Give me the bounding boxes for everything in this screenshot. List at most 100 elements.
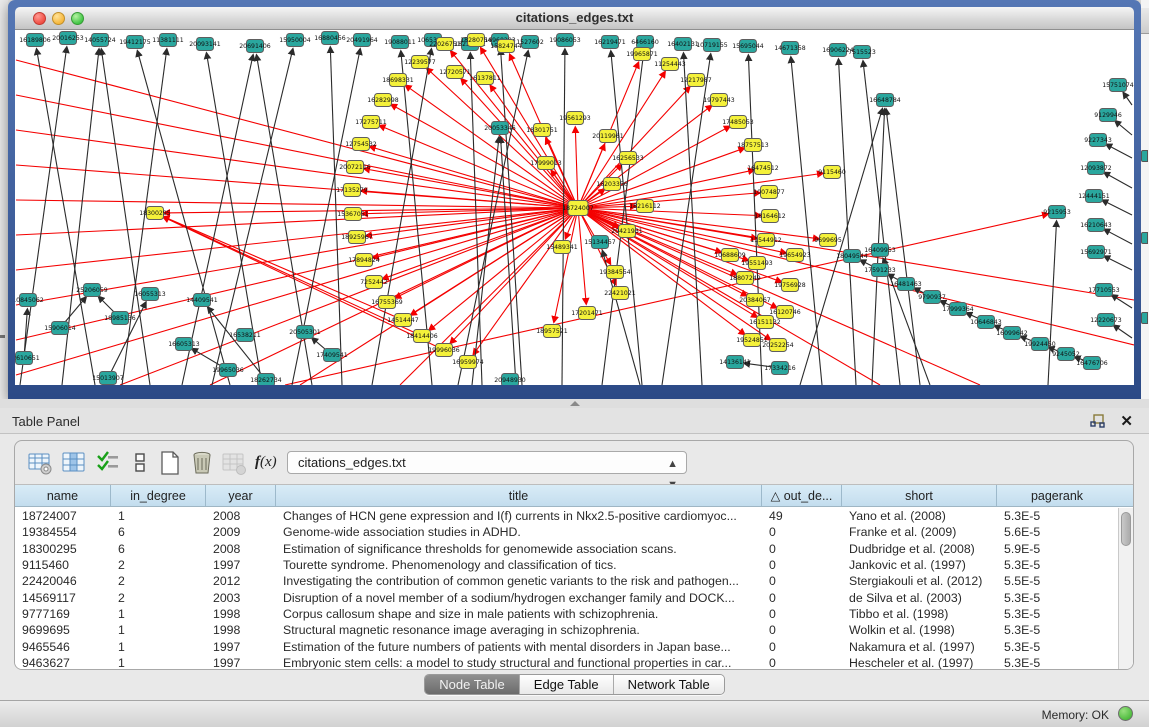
graph-node[interactable]: 19797443 bbox=[703, 94, 735, 107]
column-header-year[interactable]: year bbox=[206, 485, 276, 506]
table-row[interactable]: 1938455462009Genome-wide association stu… bbox=[15, 524, 1118, 540]
graph-node[interactable]: 20016253 bbox=[52, 32, 84, 45]
table-cell[interactable]: Hescheler et al. (1997) bbox=[842, 656, 997, 669]
graph-node[interactable]: 11544912 bbox=[750, 234, 782, 247]
memory-status-indicator[interactable] bbox=[1118, 706, 1133, 721]
graph-node[interactable]: 6466160 bbox=[631, 36, 659, 49]
graph-node[interactable]: 20384067 bbox=[739, 294, 771, 307]
tab-network-table[interactable]: Network Table bbox=[614, 675, 724, 694]
graph-node[interactable]: 15489341 bbox=[546, 241, 578, 254]
graph-node[interactable]: 15134457 bbox=[584, 236, 616, 249]
table-cell[interactable]: 0 bbox=[762, 525, 842, 539]
graph-node[interactable]: 15751074 bbox=[1102, 79, 1134, 92]
graph-node[interactable]: 18698331 bbox=[382, 74, 414, 87]
graph-node[interactable]: 9129946 bbox=[1094, 109, 1122, 122]
table-cell[interactable]: Estimation of the future numbers of pati… bbox=[276, 640, 762, 654]
table-cell[interactable]: 9699695 bbox=[15, 623, 111, 637]
graph-node[interactable]: 19384554 bbox=[599, 266, 631, 279]
column-header-in_degree[interactable]: in_degree bbox=[111, 485, 206, 506]
table-cell[interactable]: 2009 bbox=[206, 525, 276, 539]
graph-node[interactable]: 16256533 bbox=[612, 152, 644, 165]
graph-node[interactable]: 19086053 bbox=[549, 34, 581, 47]
table-cell[interactable]: 2 bbox=[111, 558, 206, 572]
table-cell[interactable]: de Silva et al. (2003) bbox=[842, 591, 997, 605]
table-cell[interactable]: 1997 bbox=[206, 640, 276, 654]
graph-node[interactable]: 19965871 bbox=[626, 48, 658, 61]
graph-node[interactable]: 9115460 bbox=[818, 166, 846, 179]
table-cell[interactable]: 0 bbox=[762, 656, 842, 669]
table-cell[interactable]: Dudbridge et al. (2008) bbox=[842, 542, 997, 556]
graph-node[interactable]: 15692971 bbox=[1080, 246, 1112, 259]
table-cell[interactable]: 0 bbox=[762, 558, 842, 572]
graph-node[interactable]: 20093141 bbox=[189, 38, 221, 51]
graph-node[interactable]: 16648784 bbox=[869, 94, 901, 107]
graph-node[interactable]: 16755369 bbox=[371, 296, 403, 309]
table-cell[interactable]: Wolkin et al. (1998) bbox=[842, 623, 997, 637]
new-table-icon[interactable] bbox=[157, 450, 183, 476]
graph-node[interactable]: 16219471 bbox=[594, 36, 626, 49]
table-cell[interactable]: Yano et al. (2008) bbox=[842, 509, 997, 523]
network-view-window[interactable]: citations_edges.txt 16189806200162531405… bbox=[8, 0, 1141, 399]
table-row[interactable]: 946554611997Estimation of the future num… bbox=[15, 638, 1118, 654]
table-cell[interactable]: Investigating the contribution of common… bbox=[276, 574, 762, 588]
graph-node[interactable]: 17334216 bbox=[764, 362, 796, 375]
table-cell[interactable]: Stergiakouli et al. (2012) bbox=[842, 574, 997, 588]
graph-node[interactable]: 7252442 bbox=[360, 276, 388, 289]
table-cell[interactable]: Structural magnetic resonance image aver… bbox=[276, 623, 762, 637]
table-row[interactable]: 969969511998Structural magnetic resonanc… bbox=[15, 622, 1118, 638]
table-cell[interactable]: 1 bbox=[111, 607, 206, 621]
graph-node[interactable]: 18301751 bbox=[526, 124, 558, 137]
table-cell[interactable]: 2 bbox=[111, 574, 206, 588]
graph-node[interactable]: 14055724 bbox=[84, 34, 116, 47]
graph-node[interactable]: 16282998 bbox=[367, 94, 399, 107]
table-cell[interactable]: 0 bbox=[762, 591, 842, 605]
table-cell[interactable]: 5.9E-5 bbox=[997, 542, 1117, 556]
network-window-titlebar[interactable]: citations_edges.txt bbox=[15, 7, 1134, 30]
table-select-dropdown[interactable]: citations_edges.txt ▲▼ bbox=[287, 451, 687, 474]
graph-node[interactable]: 25206059 bbox=[76, 284, 108, 297]
graph-node[interactable]: 20491964 bbox=[346, 34, 378, 47]
table-cell[interactable]: Franke et al. (2009) bbox=[842, 525, 997, 539]
table-row[interactable]: 977716911998Corpus callosum shape and si… bbox=[15, 606, 1118, 622]
graph-node[interactable]: 9245052 bbox=[1052, 348, 1080, 361]
scrollbar-thumb[interactable] bbox=[1121, 512, 1131, 546]
table-cell[interactable]: 1 bbox=[111, 656, 206, 669]
table-cell[interactable]: 2 bbox=[111, 591, 206, 605]
select-rows-icon[interactable] bbox=[95, 450, 121, 476]
graph-node[interactable]: 10719155 bbox=[696, 39, 728, 52]
table-cell[interactable]: Changes of HCN gene expression and I(f) … bbox=[276, 509, 762, 523]
table-row[interactable]: 1872400712008Changes of HCN gene express… bbox=[15, 508, 1118, 524]
column-header-title[interactable]: title bbox=[276, 485, 762, 506]
graph-node[interactable]: 10845062 bbox=[15, 294, 44, 307]
table-settings-icon[interactable] bbox=[27, 450, 53, 476]
table-cell[interactable]: Jankovic et al. (1997) bbox=[842, 558, 997, 572]
graph-node[interactable]: 17591233 bbox=[864, 264, 896, 277]
table-cell[interactable]: Genome-wide association studies in ADHD. bbox=[276, 525, 762, 539]
graph-node[interactable]: 18262734 bbox=[250, 374, 282, 386]
graph-node[interactable]: 17710553 bbox=[1088, 284, 1120, 297]
graph-node[interactable]: 17409541 bbox=[316, 349, 348, 362]
table-cell[interactable]: 0 bbox=[762, 542, 842, 556]
table-cell[interactable]: 9115460 bbox=[15, 558, 111, 572]
table-row[interactable]: 911546021997Tourette syndrome. Phenomeno… bbox=[15, 557, 1118, 573]
table-cell[interactable]: 1 bbox=[111, 623, 206, 637]
graph-node[interactable]: 17201471 bbox=[571, 307, 603, 320]
table-cell[interactable]: Disruption of a novel member of a sodium… bbox=[276, 591, 762, 605]
graph-node[interactable]: 14671358 bbox=[774, 42, 806, 55]
graph-node[interactable]: 16210643 bbox=[1080, 219, 1112, 232]
tab-edge-table[interactable]: Edge Table bbox=[520, 675, 614, 694]
splitter-handle-icon[interactable] bbox=[570, 401, 580, 406]
graph-node[interactable]: 15013907 bbox=[92, 372, 124, 385]
graph-node[interactable]: 19088011 bbox=[384, 36, 416, 49]
table-cell[interactable]: 5.5E-5 bbox=[997, 574, 1117, 588]
graph-node[interactable]: 18957521 bbox=[536, 325, 568, 338]
table-cell[interactable]: 19384554 bbox=[15, 525, 111, 539]
column-header-name[interactable]: name bbox=[15, 485, 111, 506]
table-cell[interactable]: 6 bbox=[111, 542, 206, 556]
table-cell[interactable]: 2008 bbox=[206, 542, 276, 556]
table-cell[interactable]: 5.3E-5 bbox=[997, 623, 1117, 637]
graph-node[interactable]: 16120746 bbox=[769, 306, 801, 319]
table-row[interactable]: 2242004622012Investigating the contribut… bbox=[15, 573, 1118, 589]
graph-node[interactable]: 22421021 bbox=[604, 287, 636, 300]
function-builder-icon[interactable]: f(x) bbox=[255, 454, 281, 480]
